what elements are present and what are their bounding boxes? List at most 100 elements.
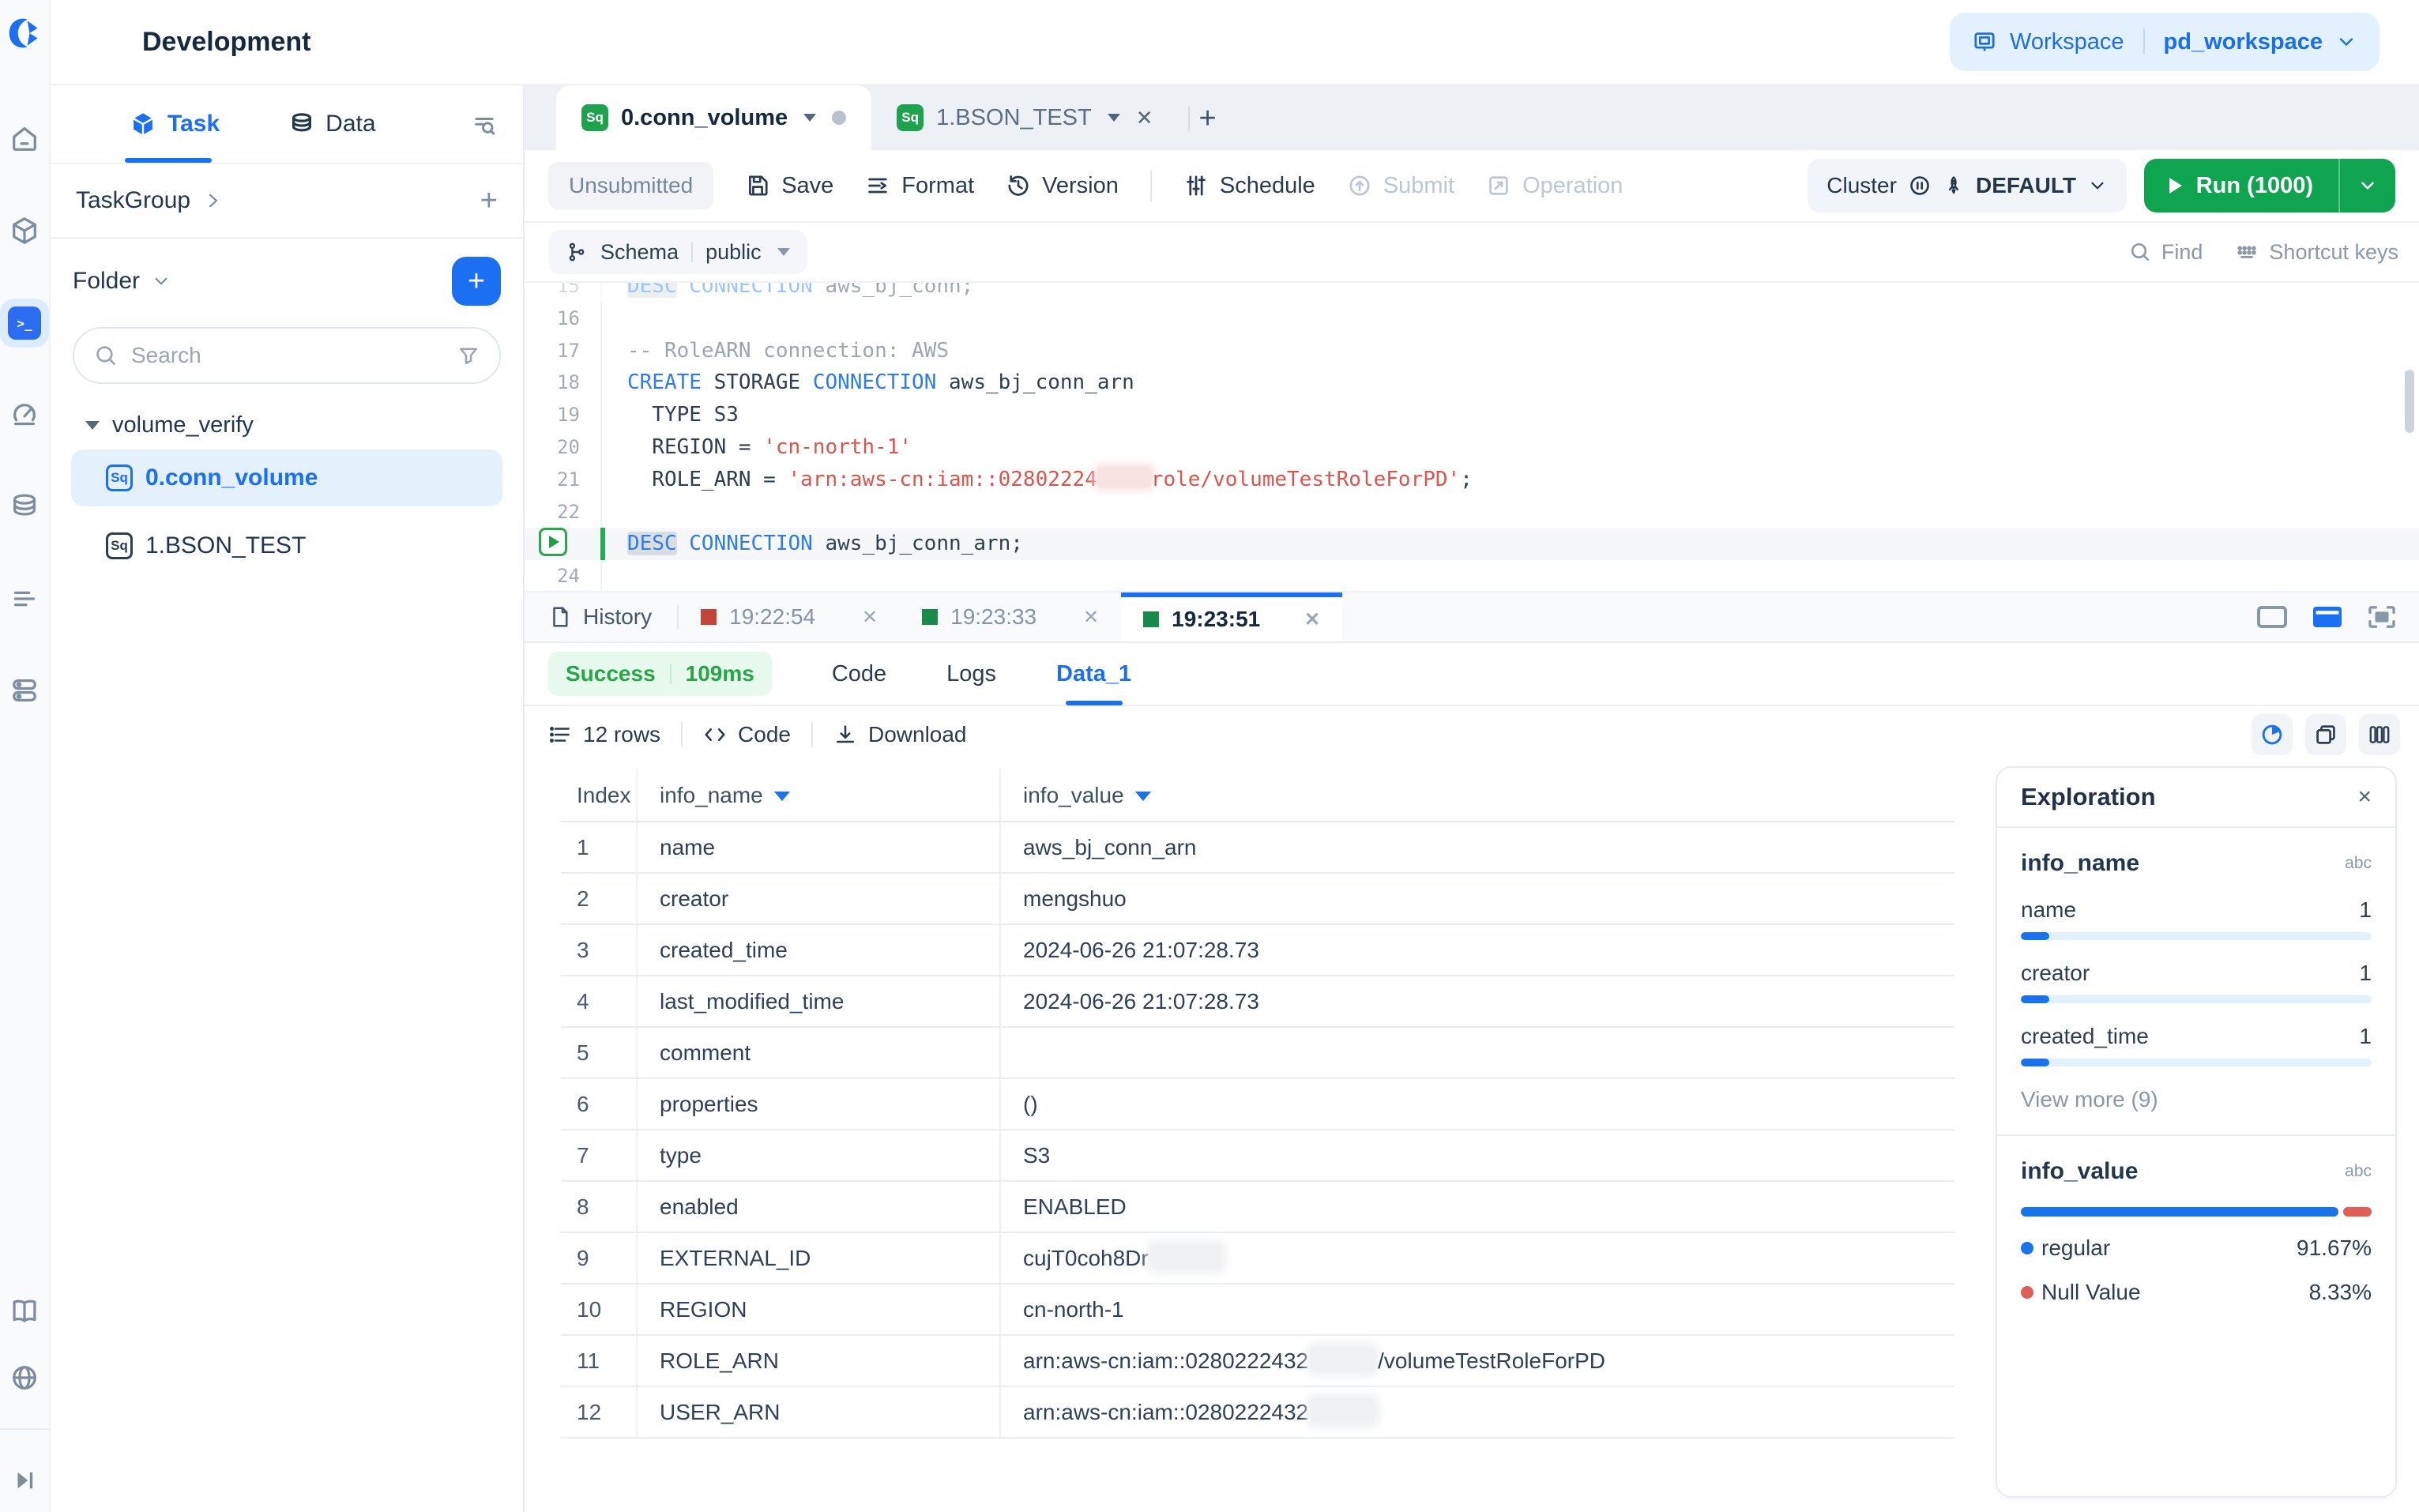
tab-data[interactable]: Data <box>289 111 375 137</box>
view-code-button[interactable]: Code <box>703 722 791 747</box>
sort-caret-icon[interactable] <box>774 792 790 801</box>
brand-logo-icon[interactable] <box>7 16 42 51</box>
nav-home-icon[interactable] <box>9 123 40 155</box>
tab-task[interactable]: Task <box>130 111 220 137</box>
workspace-switcher[interactable]: Workspace pd_workspace <box>1950 13 2379 71</box>
tree-item-bson-test[interactable]: Sq 1.BSON_TEST <box>71 517 502 574</box>
download-button[interactable]: Download <box>833 722 967 747</box>
run-button[interactable]: Run (1000) <box>2144 173 2338 199</box>
editor-line[interactable]: 18CREATE STORAGE CONNECTION aws_bj_conn_… <box>525 367 2419 399</box>
find-button[interactable]: Find <box>2128 240 2203 265</box>
value-distribution-bar <box>2021 1207 2372 1217</box>
editor-line[interactable]: 24 <box>525 560 2419 591</box>
search-input[interactable] <box>131 343 444 368</box>
field-info-name: info_name abc <box>2021 850 2372 877</box>
close-tab-icon[interactable]: ✕ <box>1136 106 1153 130</box>
exploration-item[interactable]: creator1 <box>2021 961 2372 1003</box>
nav-monitor-icon[interactable] <box>9 400 40 431</box>
add-taskgroup-button[interactable]: + <box>480 184 498 218</box>
view-more-link[interactable]: View more (9) <box>2021 1087 2372 1112</box>
sql-editor[interactable]: 15DESC CONNECTION aws_bj_conn;1617-- Rol… <box>525 283 2419 591</box>
table-row[interactable]: 10REGIONcn-north-1 <box>561 1284 1954 1335</box>
close-icon[interactable]: × <box>2357 784 2372 811</box>
add-task-button[interactable]: + <box>452 257 501 306</box>
column-header-index[interactable]: Index <box>561 769 637 822</box>
table-row[interactable]: 7typeS3 <box>561 1130 1954 1181</box>
tab-menu-caret-icon[interactable] <box>803 114 816 122</box>
schedule-button[interactable]: Schedule <box>1183 173 1315 199</box>
columns-view-button[interactable] <box>2359 714 2400 755</box>
table-row[interactable]: 9EXTERNAL_IDcujT0coh8Dr <box>561 1232 1954 1284</box>
doc-tab-conn-volume[interactable]: Sq 0.conn_volume <box>556 85 871 150</box>
tab-menu-caret-icon[interactable] <box>1108 114 1120 122</box>
nav-modules-icon[interactable] <box>9 215 40 246</box>
operation-button[interactable]: Operation <box>1486 173 1623 199</box>
version-button[interactable]: Version <box>1006 173 1119 199</box>
cluster-selector[interactable]: Cluster DEFAULT <box>1808 159 2127 213</box>
result-table: Index info_name info_value 1nameaws_bj_c… <box>561 769 1954 1439</box>
nav-services-icon[interactable] <box>9 675 40 706</box>
column-header-info-value[interactable]: info_value <box>1000 769 1954 822</box>
nav-tasks-icon[interactable] <box>9 583 40 615</box>
collapse-rail-icon[interactable] <box>9 1465 40 1496</box>
editor-line[interactable]: 22 <box>525 496 2419 528</box>
table-row[interactable]: 4last_modified_time2024-06-26 21:07:28.7… <box>561 976 1954 1027</box>
submit-button[interactable]: Submit <box>1347 173 1454 199</box>
editor-line[interactable]: 15DESC CONNECTION aws_bj_conn; <box>525 283 2419 303</box>
chart-view-button[interactable] <box>2252 714 2293 755</box>
editor-scrollbar[interactable] <box>2405 370 2414 433</box>
exploration-item[interactable]: created_time1 <box>2021 1024 2372 1066</box>
table-row[interactable]: 6properties() <box>561 1078 1954 1130</box>
history-run-tab[interactable]: 19:22:54✕ <box>679 592 900 641</box>
column-header-info-name[interactable]: info_name <box>637 769 1000 822</box>
table-row[interactable]: 3created_time2024-06-26 21:07:28.73 <box>561 924 1954 976</box>
editor-line[interactable]: 16 <box>525 303 2419 335</box>
run-statement-button[interactable] <box>539 528 567 556</box>
schema-selector[interactable]: Schema public <box>548 230 807 274</box>
search-list-icon[interactable] <box>471 112 498 139</box>
shortcut-keys-button[interactable]: Shortcut keys <box>2234 239 2398 265</box>
success-status-icon <box>1143 611 1159 627</box>
editor-line[interactable]: 20 REGION = 'cn-north-1' <box>525 431 2419 464</box>
close-run-icon[interactable]: ✕ <box>1083 606 1099 629</box>
layout-split-icon[interactable] <box>2312 605 2343 629</box>
table-row[interactable]: 11ROLE_ARNarn:aws-cn:iam::0280222432/vol… <box>561 1335 1954 1386</box>
table-row[interactable]: 2creatormengshuo <box>561 873 1954 924</box>
table-row[interactable]: 5comment <box>561 1027 1954 1078</box>
run-options-button[interactable] <box>2340 175 2395 196</box>
nav-database-icon[interactable] <box>9 491 40 523</box>
tree-item-conn-volume[interactable]: Sq 0.conn_volume <box>71 449 502 506</box>
new-tab-button[interactable]: + <box>1199 102 1217 136</box>
editor-line[interactable]: 21 ROLE_ARN = 'arn:aws-cn:iam::02802224r… <box>525 464 2419 496</box>
layout-full-icon[interactable] <box>2256 605 2288 629</box>
result-tab-logs[interactable]: Logs <box>946 642 996 705</box>
cell-info-value: S3 <box>1000 1130 1954 1181</box>
folder-switcher[interactable]: Folder <box>73 268 171 295</box>
table-row[interactable]: 1nameaws_bj_conn_arn <box>561 822 1954 873</box>
doc-tab-bson-test[interactable]: Sq 1.BSON_TEST ✕ <box>871 85 1178 150</box>
save-button[interactable]: Save <box>745 173 833 199</box>
sort-caret-icon[interactable] <box>1135 792 1151 801</box>
copy-view-button[interactable] <box>2305 714 2346 755</box>
tree-folder-volume-verify[interactable]: volume_verify <box>51 412 523 438</box>
table-row[interactable]: 12USER_ARNarn:aws-cn:iam::0280222432 <box>561 1386 1954 1438</box>
nav-development-active[interactable]: >_ <box>0 299 49 348</box>
taskgroup-row[interactable]: TaskGroup + <box>51 164 523 239</box>
exploration-item[interactable]: name1 <box>2021 897 2372 940</box>
format-button[interactable]: Format <box>865 173 974 199</box>
close-run-icon[interactable]: ✕ <box>1304 608 1320 631</box>
editor-line[interactable]: DESC CONNECTION aws_bj_conn_arn; <box>525 528 2419 560</box>
table-row[interactable]: 8enabledENABLED <box>561 1181 1954 1232</box>
editor-line[interactable]: 17-- RoleARN connection: AWS <box>525 335 2419 367</box>
editor-line[interactable]: 19 TYPE S3 <box>525 399 2419 431</box>
result-tab-code[interactable]: Code <box>832 642 886 705</box>
result-tab-data1[interactable]: Data_1 <box>1056 642 1131 705</box>
history-run-tab[interactable]: 19:23:51✕ <box>1121 592 1342 641</box>
language-globe-icon[interactable] <box>9 1362 40 1394</box>
close-run-icon[interactable]: ✕ <box>862 606 878 629</box>
fullscreen-icon[interactable] <box>2367 604 2397 630</box>
filter-icon[interactable] <box>457 344 480 367</box>
docs-book-icon[interactable] <box>9 1296 40 1327</box>
history-run-tab[interactable]: 19:23:33✕ <box>900 592 1121 641</box>
rocket-icon <box>1943 175 1965 197</box>
